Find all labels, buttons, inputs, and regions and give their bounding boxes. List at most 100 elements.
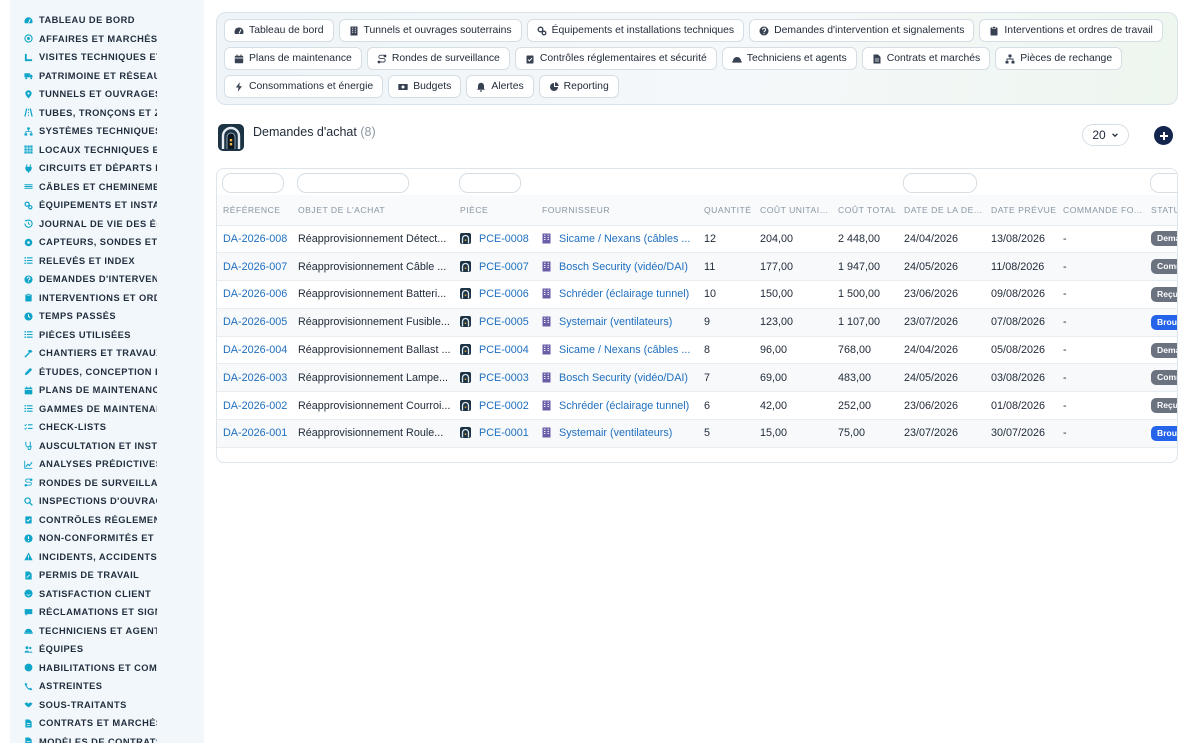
piece-link[interactable]: PCE-0006 — [479, 288, 529, 300]
sidebar-item-10[interactable]: ÉQUIPEMENTS ET INSTAL — [10, 196, 204, 215]
nav-chip-8[interactable]: Techniciens et agents — [721, 47, 857, 70]
sidebar-item-37[interactable]: SOUS-TRAITANTS — [10, 696, 204, 715]
nav-chip-10[interactable]: Pièces de rechange — [995, 47, 1123, 70]
table-row[interactable]: DA-2026-002 Réapprovisionnement Courroi..… — [217, 391, 1177, 421]
nav-chip-13[interactable]: Alertes — [466, 75, 534, 98]
table-row[interactable]: DA-2026-007 Réapprovisionnement Câble ...… — [217, 252, 1177, 282]
column-header[interactable]: FOURNISSEUR — [536, 195, 698, 226]
nav-chip-5[interactable]: Plans de maintenance — [224, 47, 362, 70]
add-button[interactable] — [1154, 126, 1173, 145]
column-header[interactable]: QUANTITÉ — [698, 195, 754, 226]
reference-link[interactable]: DA-2026-006 — [223, 288, 287, 300]
nav-chip-2[interactable]: Équipements et installations techniques — [526, 19, 745, 42]
reference-link[interactable]: DA-2026-005 — [223, 316, 287, 328]
piece-link[interactable]: PCE-0001 — [479, 427, 529, 439]
sidebar-item-30[interactable]: PERMIS DE TRAVAIL — [10, 566, 204, 585]
sidebar-item-16[interactable]: TEMPS PASSÉS — [10, 307, 204, 326]
sidebar-item-23[interactable]: AUSCULTATION ET INSTR — [10, 437, 204, 456]
supplier-link[interactable]: Bosch Security (vidéo/DAI) — [559, 261, 688, 273]
sidebar-item-32[interactable]: RÉCLAMATIONS ET SIGNA — [10, 603, 204, 622]
table-row[interactable]: DA-2026-004 Réapprovisionnement Ballast .… — [217, 336, 1177, 365]
column-filter-input[interactable] — [297, 173, 409, 193]
reference-link[interactable]: DA-2026-003 — [223, 372, 287, 384]
sidebar-item-15[interactable]: INTERVENTIONS ET ORDI — [10, 289, 204, 308]
column-filter-input[interactable] — [459, 173, 521, 193]
table-row[interactable]: DA-2026-005 Réapprovisionnement Fusible..… — [217, 308, 1177, 337]
column-header[interactable]: DATE DE LA DE... — [898, 195, 985, 226]
sidebar-item-22[interactable]: CHECK-LISTS — [10, 418, 204, 437]
column-header[interactable]: COÛT UNITAIRE — [754, 195, 832, 226]
sidebar-item-39[interactable]: MODÈLES DE CONTRATS — [10, 733, 204, 743]
piece-link[interactable]: PCE-0003 — [479, 372, 529, 384]
sidebar-item-24[interactable]: ANALYSES PRÉDICTIVES — [10, 455, 204, 474]
sidebar-item-11[interactable]: JOURNAL DE VIE DES ÉQ — [10, 215, 204, 234]
nav-chip-4[interactable]: Interventions et ordres de travail — [979, 19, 1163, 42]
supplier-link[interactable]: Systemair (ventilateurs) — [559, 427, 672, 439]
sidebar-item-25[interactable]: RONDES DE SURVEILLAN — [10, 474, 204, 493]
nav-chip-6[interactable]: Rondes de surveillance — [366, 47, 510, 70]
sidebar-item-17[interactable]: PIÈCES UTILISÉES — [10, 326, 204, 345]
sidebar-item-9[interactable]: CÂBLES ET CHEMINEMENT — [10, 178, 204, 197]
supplier-link[interactable]: Sicame / Nexans (câbles ... — [559, 344, 690, 356]
nav-chip-7[interactable]: Contrôles réglementaires et sécurité — [514, 47, 717, 70]
column-filter-input[interactable] — [1150, 173, 1177, 193]
sidebar-item-4[interactable]: TUNNELS ET OUVRAGES — [10, 85, 204, 104]
piece-link[interactable]: PCE-0005 — [479, 316, 529, 328]
supplier-link[interactable]: Bosch Security (vidéo/DAI) — [559, 372, 688, 384]
nav-chip-12[interactable]: Budgets — [388, 75, 462, 98]
sidebar-item-7[interactable]: LOCAUX TECHNIQUES ET — [10, 141, 204, 160]
nav-chip-14[interactable]: Reporting — [538, 75, 619, 98]
reference-link[interactable]: DA-2026-004 — [223, 344, 287, 356]
sidebar-item-20[interactable]: PLANS DE MAINTENANCE — [10, 381, 204, 400]
sidebar-item-26[interactable]: INSPECTIONS D'OUVRAG — [10, 492, 204, 511]
sidebar-item-38[interactable]: CONTRATS ET MARCHÉS — [10, 714, 204, 733]
supplier-link[interactable]: Systemair (ventilateurs) — [559, 316, 672, 328]
table-row[interactable]: DA-2026-003 Réapprovisionnement Lampe... P… — [217, 363, 1177, 393]
column-filter-input[interactable] — [222, 173, 284, 193]
nav-chip-0[interactable]: Tableau de bord — [224, 19, 334, 42]
table-row[interactable]: DA-2026-006 Réapprovisionnement Batteri..… — [217, 280, 1177, 309]
sidebar-item-8[interactable]: CIRCUITS ET DÉPARTS ÉL — [10, 159, 204, 178]
sidebar-item-0[interactable]: TABLEAU DE BORD — [10, 11, 204, 30]
supplier-link[interactable]: Sicame / Nexans (câbles ... — [559, 233, 690, 245]
sidebar-item-18[interactable]: CHANTIERS ET TRAVAUX — [10, 344, 204, 363]
sidebar-item-13[interactable]: RELEVÉS ET INDEX — [10, 252, 204, 271]
sidebar-item-34[interactable]: ÉQUIPES — [10, 640, 204, 659]
sidebar-item-27[interactable]: CONTRÔLES RÉGLEMENT — [10, 511, 204, 530]
sidebar-item-19[interactable]: ÉTUDES, CONCEPTION ET — [10, 363, 204, 382]
column-header[interactable]: OBJET DE L'ACHAT — [292, 195, 454, 226]
per-page-select[interactable]: 20 — [1082, 124, 1129, 146]
reference-link[interactable]: DA-2026-007 — [223, 261, 287, 273]
reference-link[interactable]: DA-2026-002 — [223, 400, 287, 412]
sidebar-item-33[interactable]: TECHNICIENS ET AGENTS — [10, 622, 204, 641]
column-header[interactable]: PIÈCE — [454, 195, 536, 226]
sidebar-item-6[interactable]: SYSTÈMES TECHNIQUES — [10, 122, 204, 141]
sidebar-item-31[interactable]: SATISFACTION CLIENT — [10, 585, 204, 604]
table-row[interactable]: DA-2026-001 Réapprovisionnement Roule... P… — [217, 419, 1177, 448]
column-header[interactable]: COÛT TOTAL — [832, 195, 898, 226]
sidebar-item-28[interactable]: NON-CONFORMITÉS ET A — [10, 529, 204, 548]
sidebar-item-3[interactable]: PATRIMOINE ET RÉSEAUX — [10, 67, 204, 86]
sidebar-item-12[interactable]: CAPTEURS, SONDES ET C — [10, 233, 204, 252]
sidebar-item-21[interactable]: GAMMES DE MAINTENAN — [10, 400, 204, 419]
column-header[interactable]: COMMANDE FO... — [1057, 195, 1145, 226]
nav-chip-3[interactable]: Demandes d'intervention et signalements — [749, 19, 975, 42]
nav-chip-11[interactable]: Consommations et énergie — [224, 75, 384, 98]
piece-link[interactable]: PCE-0007 — [479, 261, 529, 273]
sidebar-item-1[interactable]: AFFAIRES ET MARCHÉS — [10, 30, 204, 49]
sidebar-item-29[interactable]: INCIDENTS, ACCIDENTS E — [10, 548, 204, 567]
sidebar-item-14[interactable]: DEMANDES D'INTERVENT — [10, 270, 204, 289]
sidebar-item-36[interactable]: ASTREINTES — [10, 677, 204, 696]
piece-link[interactable]: PCE-0002 — [479, 400, 529, 412]
column-filter-input[interactable] — [903, 173, 977, 193]
sidebar-item-2[interactable]: VISITES TECHNIQUES ET — [10, 48, 204, 67]
column-header[interactable]: RÉFÉRENCE — [217, 195, 292, 226]
nav-chip-9[interactable]: Contrats et marchés — [861, 47, 991, 70]
table-row[interactable]: DA-2026-008 Réapprovisionnement Détect...… — [217, 225, 1177, 254]
sidebar-item-5[interactable]: TUBES, TRONÇONS ET ZO — [10, 104, 204, 123]
supplier-link[interactable]: Schréder (éclairage tunnel) — [559, 288, 689, 300]
column-header[interactable]: DATE PRÉVUE — [985, 195, 1057, 226]
column-header[interactable]: STATUT — [1145, 195, 1177, 226]
sidebar-item-35[interactable]: HABILITATIONS ET COMP — [10, 659, 204, 678]
supplier-link[interactable]: Schréder (éclairage tunnel) — [559, 400, 689, 412]
